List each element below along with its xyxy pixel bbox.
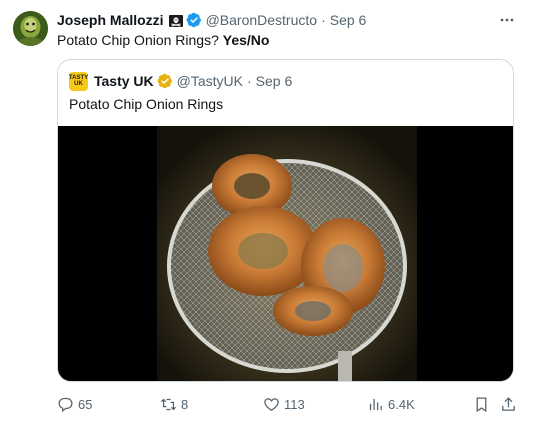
quoted-avatar-text: TASTY UK	[69, 75, 88, 87]
gold-verified-badge-icon[interactable]	[157, 73, 173, 89]
heart-icon	[264, 397, 279, 411]
retweet-icon	[160, 398, 177, 410]
quoted-author-name[interactable]: Tasty UK	[94, 73, 154, 89]
quoted-text: Potato Chip Onion Rings	[69, 96, 224, 112]
tweet-card[interactable]: Joseph Mallozzi @BaronDestructo · Sep 6	[0, 0, 540, 426]
tweet-text: Potato Chip Onion Rings? Yes/No	[57, 32, 269, 48]
bookmark-icon	[476, 396, 487, 412]
quoted-date[interactable]: Sep 6	[256, 73, 293, 89]
tweet-actions: 65 8 113 6.4K	[57, 394, 517, 414]
quoted-separator-dot: ·	[247, 73, 252, 89]
pirate-flag-icon	[168, 14, 183, 27]
retweet-count: 8	[181, 396, 189, 412]
like-count: 113	[284, 396, 305, 412]
separator-dot: ·	[321, 12, 326, 28]
quoted-header: TASTY UK Tasty UK @TastyUK · Sep 6	[69, 71, 293, 91]
quoted-author-handle[interactable]: @TastyUK	[177, 73, 243, 89]
reply-button[interactable]: 65	[57, 394, 92, 414]
tweet-header: Joseph Mallozzi @BaronDestructo · Sep 6	[57, 11, 366, 29]
quoted-avatar-line2: UK	[74, 81, 83, 87]
share-button[interactable]	[500, 394, 521, 414]
reply-count: 65	[78, 396, 93, 412]
quoted-tweet[interactable]: TASTY UK Tasty UK @TastyUK · Sep 6 Potat…	[57, 59, 514, 382]
like-button[interactable]: 113	[263, 394, 305, 414]
bookmark-button[interactable]	[473, 394, 494, 414]
tweet-question: Potato Chip Onion Rings?	[57, 32, 219, 48]
fried-onion-rings-image	[58, 126, 513, 381]
share-icon	[502, 396, 515, 411]
verified-badge-icon[interactable]	[186, 12, 202, 28]
view-count: 6.4K	[388, 396, 415, 412]
author-handle[interactable]: @BaronDestructo	[206, 12, 317, 28]
tweet-date[interactable]: Sep 6	[330, 12, 367, 28]
analytics-icon	[369, 398, 382, 410]
quoted-avatar[interactable]: TASTY UK	[69, 71, 88, 91]
reply-icon	[58, 397, 73, 412]
more-options-icon[interactable]	[498, 11, 516, 29]
video-thumbnail[interactable]	[58, 126, 513, 381]
author-avatar[interactable]	[13, 11, 48, 46]
retweet-button[interactable]: 8	[160, 394, 188, 414]
author-name[interactable]: Joseph Mallozzi	[57, 12, 164, 28]
avatar-image	[13, 11, 48, 46]
views-button[interactable]: 6.4K	[367, 394, 415, 414]
tweet-answer: Yes/No	[222, 32, 270, 48]
